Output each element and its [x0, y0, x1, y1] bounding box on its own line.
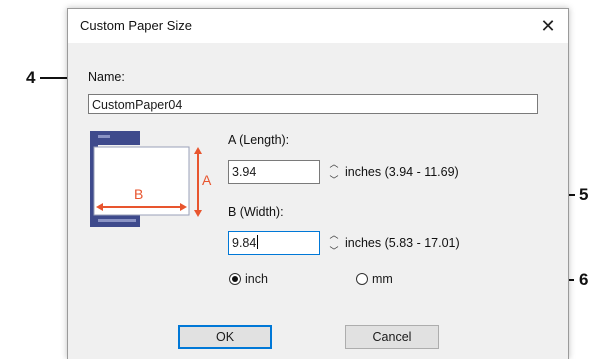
chevron-up-icon[interactable]: ︿ — [329, 159, 338, 169]
inch-label: inch — [245, 272, 268, 286]
name-label: Name: — [88, 70, 125, 84]
custom-paper-size-dialog: Custom Paper Size ✕ Name: CustomPaper04 … — [67, 8, 569, 359]
length-range-text: inches (3.94 - 11.69) — [345, 165, 459, 179]
mm-label: mm — [372, 272, 393, 286]
dimension-b-label: B — [134, 186, 144, 202]
length-label: A (Length): — [228, 133, 290, 147]
tray-bottom-stripe — [98, 219, 136, 222]
close-icon: ✕ — [540, 15, 556, 36]
chevron-down-icon[interactable]: ﹀ — [329, 246, 338, 256]
width-range-text: inches (5.83 - 17.01) — [345, 236, 460, 250]
paper-sheet — [93, 146, 190, 216]
width-stepper[interactable]: ︿ ﹀ — [328, 230, 340, 256]
inch-radio[interactable] — [229, 273, 241, 285]
dialog-titlebar: Custom Paper Size ✕ — [68, 9, 568, 43]
chevron-up-icon[interactable]: ︿ — [329, 230, 338, 240]
dimension-a-top-head — [194, 147, 202, 154]
mm-radio[interactable] — [356, 273, 368, 285]
paper-diagram-icon — [90, 131, 202, 227]
callout-number-units: 6 — [579, 270, 589, 289]
callout-number-size-fields: 5 — [579, 185, 589, 204]
width-input-value: 9.84 — [232, 236, 257, 250]
close-button[interactable]: ✕ — [534, 13, 562, 39]
text-caret — [257, 235, 259, 249]
width-input[interactable]: 9.84 — [228, 231, 320, 255]
ok-button[interactable]: OK — [178, 325, 272, 349]
callout-number-name: 4 — [26, 68, 36, 87]
dialog-title: Custom Paper Size — [80, 18, 192, 33]
width-label: B (Width): — [228, 205, 284, 219]
cancel-button[interactable]: Cancel — [345, 325, 439, 349]
dimension-a-bottom-head — [194, 210, 202, 217]
tray-top-stripe — [98, 135, 110, 138]
name-input[interactable]: CustomPaper04 — [88, 94, 538, 114]
unit-inch-option[interactable]: inch — [229, 272, 268, 286]
dimension-a-label: A — [202, 172, 212, 188]
unit-mm-option[interactable]: mm — [356, 272, 393, 286]
chevron-down-icon[interactable]: ﹀ — [329, 175, 338, 185]
length-stepper[interactable]: ︿ ﹀ — [328, 159, 340, 185]
length-input[interactable]: 3.94 — [228, 160, 320, 184]
